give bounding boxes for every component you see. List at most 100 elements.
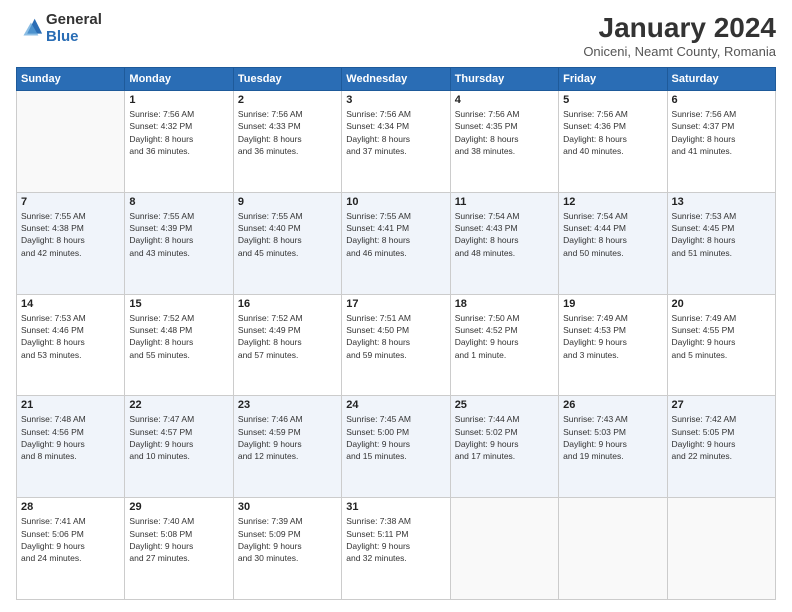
calendar-week-row: 28Sunrise: 7:41 AM Sunset: 5:06 PM Dayli… xyxy=(17,498,776,600)
table-row: 30 Sunrise: 7:39 AM Sunset: 5:09 PM Dayli… xyxy=(233,498,341,600)
table-row: 26 Sunrise: 7:43 AM Sunset: 5:03 PM Dayli… xyxy=(559,396,667,498)
day-number: 12 xyxy=(563,196,662,208)
day-info: Sunrise: 7:56 AM Sunset: 4:37 PM Dayligh… xyxy=(672,108,771,157)
table-row: 15 Sunrise: 7:52 AM Sunset: 4:48 PM Dayli… xyxy=(125,294,233,396)
day-info: Sunrise: 7:56 AM Sunset: 4:33 PM Dayligh… xyxy=(238,108,337,157)
table-row: 13 Sunrise: 7:53 AM Sunset: 4:45 PM Dayli… xyxy=(667,192,775,294)
table-row: 20Sunrise: 7:49 AM Sunset: 4:55 PM Dayli… xyxy=(667,294,775,396)
logo-blue-label: Blue xyxy=(46,29,102,46)
day-number: 18 xyxy=(455,298,554,310)
day-number: 30 xyxy=(238,501,337,513)
table-row: 1Sunrise: 7:56 AM Sunset: 4:32 PM Daylig… xyxy=(125,91,233,193)
table-row: 19 Sunrise: 7:49 AM Sunset: 4:53 PM Dayli… xyxy=(559,294,667,396)
day-number: 28 xyxy=(21,501,120,513)
col-monday: Monday xyxy=(125,68,233,91)
day-info: Sunrise: 7:39 AM Sunset: 5:09 PM Dayligh… xyxy=(238,515,337,564)
day-info: Sunrise: 7:56 AM Sunset: 4:36 PM Dayligh… xyxy=(563,108,662,157)
day-info: Sunrise: 7:55 AM Sunset: 4:38 PM Dayligh… xyxy=(21,210,120,259)
col-saturday: Saturday xyxy=(667,68,775,91)
table-row: 23 Sunrise: 7:46 AM Sunset: 4:59 PM Dayli… xyxy=(233,396,341,498)
day-number: 27 xyxy=(672,399,771,411)
day-info: Sunrise: 7:53 AM Sunset: 4:45 PM Dayligh… xyxy=(672,210,771,259)
table-row: 17 Sunrise: 7:51 AM Sunset: 4:50 PM Dayli… xyxy=(342,294,450,396)
day-info: Sunrise: 7:46 AM Sunset: 4:59 PM Dayligh… xyxy=(238,413,337,462)
day-info: Sunrise: 7:52 AM Sunset: 4:49 PM Dayligh… xyxy=(238,312,337,361)
day-info: Sunrise: 7:56 AM Sunset: 4:35 PM Dayligh… xyxy=(455,108,554,157)
table-row: 4 Sunrise: 7:56 AM Sunset: 4:35 PM Daylig… xyxy=(450,91,558,193)
table-row: 10Sunrise: 7:55 AM Sunset: 4:41 PM Dayli… xyxy=(342,192,450,294)
day-number: 8 xyxy=(129,196,228,208)
day-number: 5 xyxy=(563,94,662,106)
day-info: Sunrise: 7:43 AM Sunset: 5:03 PM Dayligh… xyxy=(563,413,662,462)
day-number: 4 xyxy=(455,94,554,106)
day-number: 13 xyxy=(672,196,771,208)
calendar-week-row: 14 Sunrise: 7:53 AM Sunset: 4:46 PM Dayli… xyxy=(17,294,776,396)
day-number: 20 xyxy=(672,298,771,310)
table-row: 29 Sunrise: 7:40 AM Sunset: 5:08 PM Dayli… xyxy=(125,498,233,600)
day-number: 17 xyxy=(346,298,445,310)
day-number: 29 xyxy=(129,501,228,513)
table-row: 22 Sunrise: 7:47 AM Sunset: 4:57 PM Dayli… xyxy=(125,396,233,498)
day-info: Sunrise: 7:38 AM Sunset: 5:11 PM Dayligh… xyxy=(346,515,445,564)
day-info: Sunrise: 7:55 AM Sunset: 4:39 PM Dayligh… xyxy=(129,210,228,259)
day-info: Sunrise: 7:45 AM Sunset: 5:00 PM Dayligh… xyxy=(346,413,445,462)
calendar-header-row: Sunday Monday Tuesday Wednesday Thursday… xyxy=(17,68,776,91)
day-info: Sunrise: 7:56 AM Sunset: 4:34 PM Dayligh… xyxy=(346,108,445,157)
table-row: 12 Sunrise: 7:54 AM Sunset: 4:44 PM Dayli… xyxy=(559,192,667,294)
day-number: 2 xyxy=(238,94,337,106)
table-row: 2 Sunrise: 7:56 AM Sunset: 4:33 PM Daylig… xyxy=(233,91,341,193)
day-info: Sunrise: 7:55 AM Sunset: 4:40 PM Dayligh… xyxy=(238,210,337,259)
table-row: 7 Sunrise: 7:55 AM Sunset: 4:38 PM Daylig… xyxy=(17,192,125,294)
day-number: 7 xyxy=(21,196,120,208)
table-row: 14 Sunrise: 7:53 AM Sunset: 4:46 PM Dayli… xyxy=(17,294,125,396)
day-number: 26 xyxy=(563,399,662,411)
col-sunday: Sunday xyxy=(17,68,125,91)
logo-icon xyxy=(16,15,44,43)
table-row: 21Sunrise: 7:48 AM Sunset: 4:56 PM Dayli… xyxy=(17,396,125,498)
table-row: 18 Sunrise: 7:50 AM Sunset: 4:52 PM Dayli… xyxy=(450,294,558,396)
day-info: Sunrise: 7:50 AM Sunset: 4:52 PM Dayligh… xyxy=(455,312,554,361)
day-info: Sunrise: 7:53 AM Sunset: 4:46 PM Dayligh… xyxy=(21,312,120,361)
day-info: Sunrise: 7:40 AM Sunset: 5:08 PM Dayligh… xyxy=(129,515,228,564)
day-number: 6 xyxy=(672,94,771,106)
day-number: 14 xyxy=(21,298,120,310)
day-info: Sunrise: 7:54 AM Sunset: 4:43 PM Dayligh… xyxy=(455,210,554,259)
table-row: 24 Sunrise: 7:45 AM Sunset: 5:00 PM Dayli… xyxy=(342,396,450,498)
day-info: Sunrise: 7:49 AM Sunset: 4:53 PM Dayligh… xyxy=(563,312,662,361)
table-row: 28Sunrise: 7:41 AM Sunset: 5:06 PM Dayli… xyxy=(17,498,125,600)
day-info: Sunrise: 7:52 AM Sunset: 4:48 PM Dayligh… xyxy=(129,312,228,361)
day-number: 15 xyxy=(129,298,228,310)
day-info: Sunrise: 7:51 AM Sunset: 4:50 PM Dayligh… xyxy=(346,312,445,361)
day-info: Sunrise: 7:47 AM Sunset: 4:57 PM Dayligh… xyxy=(129,413,228,462)
table-row: 3 Sunrise: 7:56 AM Sunset: 4:34 PM Daylig… xyxy=(342,91,450,193)
day-number: 24 xyxy=(346,399,445,411)
day-info: Sunrise: 7:42 AM Sunset: 5:05 PM Dayligh… xyxy=(672,413,771,462)
table-row: 25Sunrise: 7:44 AM Sunset: 5:02 PM Dayli… xyxy=(450,396,558,498)
table-row xyxy=(559,498,667,600)
day-info: Sunrise: 7:54 AM Sunset: 4:44 PM Dayligh… xyxy=(563,210,662,259)
table-row: 27 Sunrise: 7:42 AM Sunset: 5:05 PM Dayli… xyxy=(667,396,775,498)
day-number: 23 xyxy=(238,399,337,411)
calendar-table: Sunday Monday Tuesday Wednesday Thursday… xyxy=(16,67,776,600)
day-number: 1 xyxy=(129,94,228,106)
table-row: 6 Sunrise: 7:56 AM Sunset: 4:37 PM Daylig… xyxy=(667,91,775,193)
day-number: 11 xyxy=(455,196,554,208)
col-friday: Friday xyxy=(559,68,667,91)
calendar-week-row: 1Sunrise: 7:56 AM Sunset: 4:32 PM Daylig… xyxy=(17,91,776,193)
calendar-week-row: 7 Sunrise: 7:55 AM Sunset: 4:38 PM Daylig… xyxy=(17,192,776,294)
day-number: 3 xyxy=(346,94,445,106)
table-row xyxy=(450,498,558,600)
calendar-week-row: 21Sunrise: 7:48 AM Sunset: 4:56 PM Dayli… xyxy=(17,396,776,498)
table-row: 31 Sunrise: 7:38 AM Sunset: 5:11 PM Dayli… xyxy=(342,498,450,600)
day-number: 22 xyxy=(129,399,228,411)
table-row: 8 Sunrise: 7:55 AM Sunset: 4:39 PM Daylig… xyxy=(125,192,233,294)
day-number: 31 xyxy=(346,501,445,513)
table-row: 5 Sunrise: 7:56 AM Sunset: 4:36 PM Daylig… xyxy=(559,91,667,193)
table-row: 9 Sunrise: 7:55 AM Sunset: 4:40 PM Daylig… xyxy=(233,192,341,294)
header: General Blue January 2024 Oniceni, Neamt… xyxy=(16,12,776,59)
logo-text: General Blue xyxy=(46,12,102,45)
day-number: 19 xyxy=(563,298,662,310)
day-info: Sunrise: 7:48 AM Sunset: 4:56 PM Dayligh… xyxy=(21,413,120,462)
day-number: 25 xyxy=(455,399,554,411)
day-number: 9 xyxy=(238,196,337,208)
